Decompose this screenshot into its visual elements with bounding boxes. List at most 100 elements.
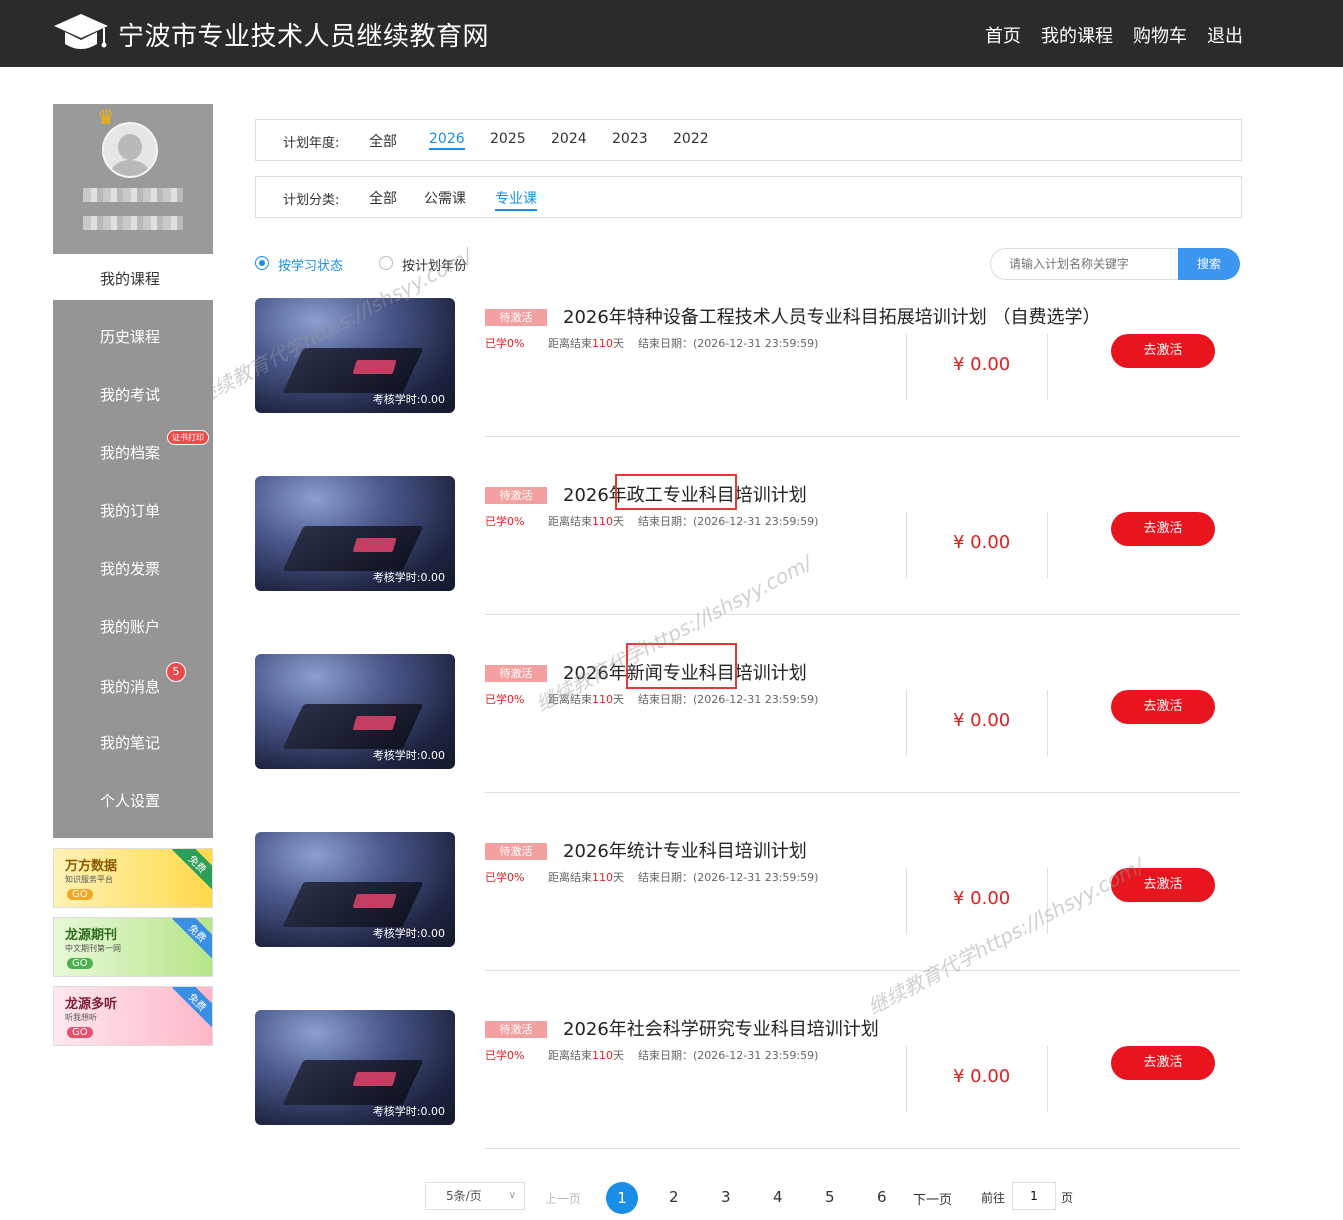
category-filter-label: 计划分类:	[283, 193, 340, 208]
year-option-all[interactable]: 全部	[369, 131, 397, 151]
course-row: 考核学时:0.00 待激活 2026年统计专业科目培训计划 已学0% 距离结束1…	[255, 832, 1240, 972]
avatar[interactable]	[102, 122, 158, 178]
learned-percent: 已学0%	[485, 515, 525, 528]
days-remaining: 距离结束110天	[548, 693, 624, 706]
sidebar-item-notes[interactable]: 我的笔记	[100, 732, 160, 753]
status-badge: 待激活	[485, 1021, 547, 1038]
sidebar-item-account[interactable]: 我的账户	[100, 616, 160, 637]
page-6-button[interactable]: 6	[877, 1188, 887, 1206]
goto-label: 前往	[981, 1191, 1006, 1205]
blurred-username	[83, 188, 183, 202]
course-title[interactable]: 2026年社会科学研究专业科目培训计划	[563, 1015, 879, 1041]
nav-cart[interactable]: 购物车	[1133, 22, 1187, 48]
status-badge: 待激活	[485, 665, 547, 682]
end-date: 结束日期：(2026-12-31 23:59:59)	[638, 1049, 819, 1062]
course-row: 考核学时:0.00 待激活 2026年政工专业科目培训计划 已学0% 距离结束1…	[255, 474, 1240, 616]
course-price: ¥ 0.00	[953, 532, 1011, 553]
sidebar-item-exams[interactable]: 我的考试	[100, 384, 160, 405]
sidebar-menu: 历史课程 我的考试 我的档案 证书打印 我的订单 我的发票 我的账户 我的消息 …	[53, 300, 213, 838]
top-header: 宁波市专业技术人员继续教育网 首页 我的课程 购物车 退出	[0, 0, 1343, 67]
sidebar-item-settings[interactable]: 个人设置	[100, 790, 160, 811]
search-button[interactable]: 搜索	[1178, 248, 1240, 280]
radio-by-status-label[interactable]: 按学习状态	[278, 255, 343, 274]
page-4-button[interactable]: 4	[773, 1188, 783, 1206]
sidebar-item-archive[interactable]: 我的档案	[100, 442, 160, 463]
end-date: 结束日期：(2026-12-31 23:59:59)	[638, 515, 819, 528]
page-size-select[interactable]: 5条/页 ∨	[425, 1182, 525, 1210]
free-ribbon: 免费	[172, 918, 212, 959]
nav-logout[interactable]: 退出	[1207, 22, 1243, 48]
year-option-2025[interactable]: 2025	[490, 131, 526, 147]
sidebar-item-orders[interactable]: 我的订单	[100, 500, 160, 521]
days-remaining: 距离结束110天	[548, 515, 624, 528]
learned-percent: 已学0%	[485, 871, 525, 884]
graduation-cap-icon	[54, 14, 108, 49]
ad-longyuan-audio[interactable]: 龙源多听 听我想听 GO 免费	[53, 986, 213, 1046]
ad-wanfang[interactable]: 万方数据 知识服务平台 GO 免费	[53, 848, 213, 908]
days-remaining: 距离结束110天	[548, 871, 624, 884]
category-option-public[interactable]: 公需课	[424, 188, 466, 208]
course-row: 考核学时:0.00 待激活 2026年社会科学研究专业科目培训计划 已学0% 距…	[255, 1010, 1240, 1150]
activate-button[interactable]: 去激活	[1111, 690, 1215, 724]
days-remaining: 距离结束110天	[548, 1049, 624, 1062]
course-row: 考核学时:0.00 待激活 2026年特种设备工程技术人员专业科目拓展培训计划 …	[255, 298, 1240, 438]
nav-my-courses[interactable]: 我的课程	[1041, 22, 1113, 48]
site-title[interactable]: 宁波市专业技术人员继续教育网	[118, 16, 489, 53]
nav-home[interactable]: 首页	[985, 22, 1021, 48]
sidebar-item-messages[interactable]: 我的消息	[100, 676, 160, 697]
search-input[interactable]	[990, 248, 1180, 280]
goto-page-input[interactable]	[1012, 1182, 1056, 1210]
year-option-2022[interactable]: 2022	[673, 131, 709, 147]
free-ribbon: 免费	[172, 987, 212, 1028]
sidebar-item-invoices[interactable]: 我的发票	[100, 558, 160, 579]
course-price: ¥ 0.00	[953, 710, 1011, 731]
year-filter-label: 计划年度:	[283, 136, 340, 151]
category-filter: 计划分类: 全部 公需课 专业课	[255, 176, 1242, 218]
course-price: ¥ 0.00	[953, 1066, 1011, 1087]
cert-print-tag[interactable]: 证书打印	[167, 430, 209, 445]
activate-button[interactable]: 去激活	[1111, 334, 1215, 368]
course-title[interactable]: 2026年统计专业科目培训计划	[563, 837, 807, 863]
activate-button[interactable]: 去激活	[1111, 868, 1215, 902]
page-1-button[interactable]: 1	[606, 1182, 638, 1214]
category-option-professional[interactable]: 专业课	[495, 188, 537, 211]
end-date: 结束日期：(2026-12-31 23:59:59)	[638, 871, 819, 884]
course-thumbnail[interactable]: 考核学时:0.00	[255, 298, 455, 413]
radio-by-status[interactable]	[255, 256, 269, 270]
sidebar-item-my-courses[interactable]: 我的课程	[53, 254, 213, 300]
radio-by-year-label[interactable]: 按计划年份	[402, 255, 467, 274]
course-price: ¥ 0.00	[953, 354, 1011, 375]
year-option-2024[interactable]: 2024	[551, 131, 587, 147]
sidebar-item-history[interactable]: 历史课程	[100, 326, 160, 347]
go-button: GO	[67, 958, 93, 969]
course-title[interactable]: 2026年特种设备工程技术人员专业科目拓展培训计划 （自费选学）	[563, 303, 1101, 329]
course-price: ¥ 0.00	[953, 888, 1011, 909]
highlight-box	[626, 643, 737, 689]
radio-by-year[interactable]	[379, 256, 393, 270]
go-button: GO	[67, 1027, 93, 1038]
end-date: 结束日期：(2026-12-31 23:59:59)	[638, 693, 819, 706]
prev-page-button[interactable]: 上一页	[545, 1190, 581, 1207]
crown-icon: ♛	[97, 105, 115, 129]
activate-button[interactable]: 去激活	[1111, 512, 1215, 546]
course-thumbnail[interactable]: 考核学时:0.00	[255, 476, 455, 591]
user-profile-card: ♛	[53, 104, 213, 254]
course-row: 考核学时:0.00 待激活 2026年新闻专业科目培训计划 已学0% 距离结束1…	[255, 643, 1240, 794]
course-thumbnail[interactable]: 考核学时:0.00	[255, 832, 455, 947]
page-5-button[interactable]: 5	[825, 1188, 835, 1206]
next-page-button[interactable]: 下一页	[913, 1189, 952, 1208]
status-badge: 待激活	[485, 843, 547, 860]
year-filter: 计划年度: 全部 2026 2025 2024 2023 2022	[255, 119, 1242, 161]
status-badge: 待激活	[485, 487, 547, 504]
page-2-button[interactable]: 2	[669, 1188, 679, 1206]
learned-percent: 已学0%	[485, 337, 525, 350]
category-option-all[interactable]: 全部	[369, 188, 397, 208]
go-button: GO	[67, 889, 93, 900]
year-option-2026[interactable]: 2026	[429, 131, 465, 150]
activate-button[interactable]: 去激活	[1111, 1046, 1215, 1080]
course-thumbnail[interactable]: 考核学时:0.00	[255, 654, 455, 769]
ad-longyuan-journal[interactable]: 龙源期刊 中文期刊第一网 GO 免费	[53, 917, 213, 977]
page-3-button[interactable]: 3	[721, 1188, 731, 1206]
year-option-2023[interactable]: 2023	[612, 131, 648, 147]
course-thumbnail[interactable]: 考核学时:0.00	[255, 1010, 455, 1125]
